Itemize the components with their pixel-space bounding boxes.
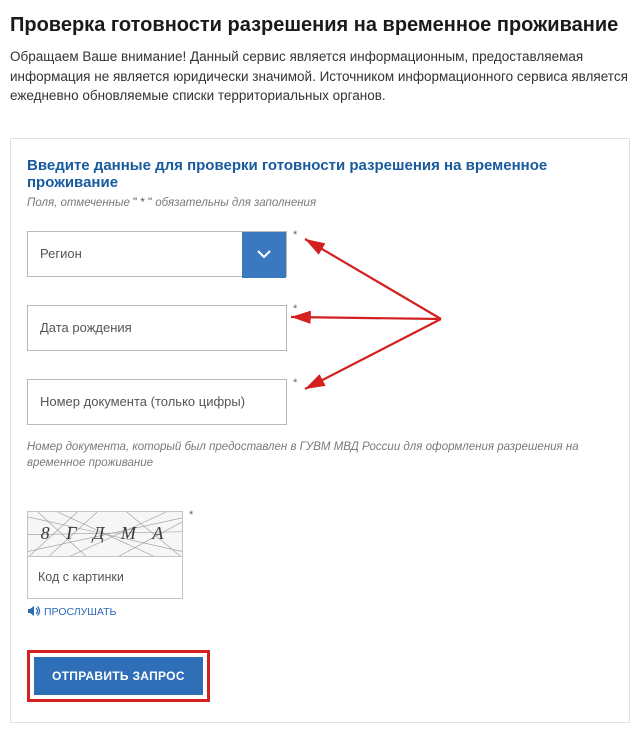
captcha-image: 8 Г Д М А: [27, 511, 183, 557]
service-notice: Обращаем Ваше внимание! Данный сервис яв…: [0, 47, 640, 128]
page-title: Проверка готовности разрешения на времен…: [0, 0, 640, 47]
check-form: Введите данные для проверки готовности р…: [10, 138, 630, 723]
birthdate-placeholder: Дата рождения: [40, 320, 132, 335]
captcha-block: 8 Г Д М А * Код с картинки ПРОСЛУШАТЬ: [27, 511, 613, 622]
docnum-input[interactable]: Номер документа (только цифры): [27, 379, 287, 425]
region-dropdown-toggle[interactable]: [242, 232, 286, 278]
required-note-suffix: обязательны для заполнения: [152, 197, 316, 209]
required-star-sample: " * ": [133, 197, 152, 209]
captcha-listen-link[interactable]: ПРОСЛУШАТЬ: [27, 605, 116, 620]
submit-highlight-box: ОТПРАВИТЬ ЗАПРОС: [27, 650, 210, 702]
region-field-row: Регион *: [27, 231, 613, 277]
required-indicator: *: [293, 229, 297, 241]
region-placeholder: Регион: [40, 246, 82, 261]
captcha-listen-label: ПРОСЛУШАТЬ: [44, 606, 116, 618]
captcha-code-text: 8 Г Д М А: [41, 523, 170, 544]
required-fields-note: Поля, отмеченные " * " обязательны для з…: [27, 197, 613, 209]
chevron-down-icon: [257, 247, 271, 262]
birthdate-field-row: Дата рождения *: [27, 305, 613, 351]
birthdate-input[interactable]: Дата рождения: [27, 305, 287, 351]
required-indicator: *: [293, 377, 297, 389]
captcha-input-placeholder: Код с картинки: [38, 570, 124, 584]
docnum-placeholder: Номер документа (только цифры): [40, 394, 245, 409]
audio-icon: [27, 605, 44, 620]
region-select[interactable]: Регион: [27, 231, 287, 277]
required-indicator: *: [293, 303, 297, 315]
submit-button[interactable]: ОТПРАВИТЬ ЗАПРОС: [34, 657, 203, 695]
required-note-prefix: Поля, отмеченные: [27, 197, 133, 209]
docnum-hint: Номер документа, который был предоставле…: [27, 439, 607, 471]
required-indicator: *: [189, 509, 193, 521]
form-heading: Введите данные для проверки готовности р…: [27, 157, 613, 191]
docnum-field-row: Номер документа (только цифры) *: [27, 379, 613, 425]
captcha-input[interactable]: Код с картинки: [27, 557, 183, 599]
